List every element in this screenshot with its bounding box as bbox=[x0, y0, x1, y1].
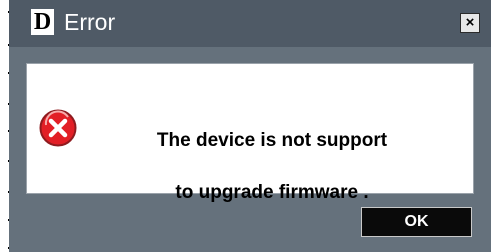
title-bar[interactable]: D Error × bbox=[9, 0, 491, 47]
error-dialog: D Error × The device is not support to u… bbox=[9, 0, 491, 252]
error-message-line-2: to upgrade firmware . bbox=[175, 182, 369, 203]
message-panel: The device is not support to upgrade fir… bbox=[26, 63, 474, 203]
error-message-line-1: The device is not support bbox=[156, 130, 388, 151]
ok-button[interactable]: OK bbox=[361, 207, 472, 237]
dialog-title: Error bbox=[64, 9, 116, 35]
error-x-icon bbox=[39, 109, 77, 147]
close-button[interactable]: × bbox=[460, 13, 480, 33]
d-logo-icon: D bbox=[31, 9, 54, 35]
close-icon: × bbox=[465, 14, 475, 31]
